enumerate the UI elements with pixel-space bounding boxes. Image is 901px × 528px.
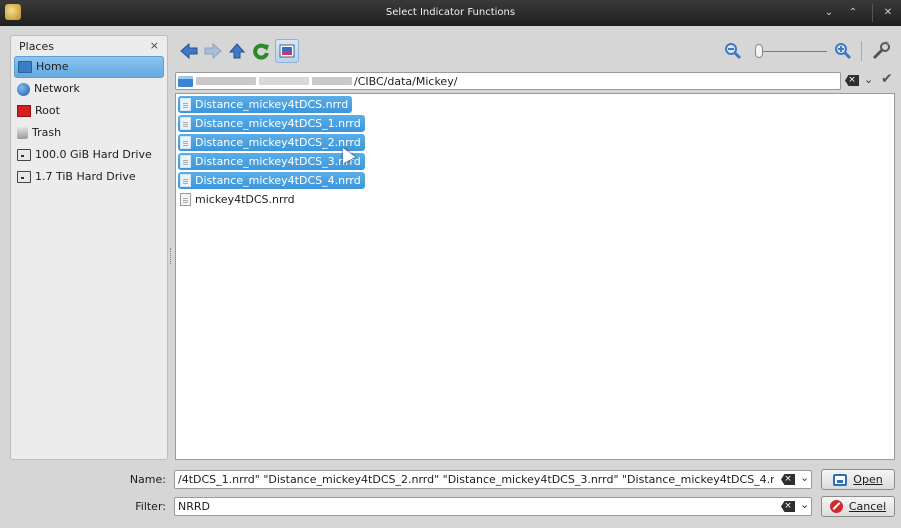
forward-button[interactable] bbox=[201, 39, 225, 63]
place-item-label: Network bbox=[34, 82, 80, 95]
name-input[interactable]: /4tDCS_1.nrrd" "Distance_mickey4tDCS_2.n… bbox=[174, 470, 812, 489]
place-item-drive-100gib[interactable]: 100.0 GiB Hard Drive bbox=[11, 144, 167, 166]
file-name: Distance_mickey4tDCS_1.nrrd bbox=[195, 117, 361, 130]
document-icon bbox=[180, 117, 191, 130]
file-item[interactable]: Distance_mickey4tDCS.nrrd bbox=[178, 96, 353, 113]
chevron-down-icon[interactable]: ⌄ bbox=[864, 73, 873, 86]
title-separator bbox=[872, 4, 873, 22]
place-item-drive-1-7tib[interactable]: 1.7 TiB Hard Drive bbox=[11, 166, 167, 188]
reload-icon bbox=[253, 43, 269, 60]
preview-icon bbox=[279, 44, 295, 58]
toolbar-separator bbox=[861, 41, 862, 61]
toolbar bbox=[175, 39, 895, 65]
back-arrow-icon bbox=[180, 43, 198, 59]
cancel-icon bbox=[829, 500, 843, 513]
place-item-network[interactable]: Network bbox=[11, 78, 167, 100]
document-icon bbox=[180, 136, 191, 149]
zoom-in-icon bbox=[835, 43, 852, 60]
open-file-icon bbox=[833, 473, 848, 486]
up-button[interactable] bbox=[225, 39, 249, 63]
folder-icon bbox=[178, 75, 193, 87]
cancel-button-label: Cancel bbox=[848, 500, 887, 513]
document-icon bbox=[180, 174, 191, 187]
file-name: Distance_mickey4tDCS_2.nrrd bbox=[195, 136, 361, 149]
filter-input[interactable]: NRRD bbox=[174, 497, 812, 516]
window-title: Select Indicator Functions bbox=[385, 7, 516, 18]
forward-arrow-icon bbox=[204, 43, 222, 59]
trash-icon bbox=[17, 127, 28, 139]
path-input[interactable]: /CIBC/data/Mickey/ bbox=[175, 72, 841, 90]
title-bar: Select Indicator Functions ⌄ ⌃ ✕ bbox=[0, 0, 901, 26]
file-name: Distance_mickey4tDCS_3.nrrd bbox=[195, 155, 361, 168]
open-button-label: Open bbox=[853, 473, 883, 486]
name-input-value: /4tDCS_1.nrrd" "Distance_mickey4tDCS_2.n… bbox=[178, 473, 774, 486]
place-item-label: Trash bbox=[32, 126, 62, 139]
options-button[interactable] bbox=[869, 39, 893, 63]
place-item-trash[interactable]: Trash bbox=[11, 122, 167, 144]
filter-input-value: NRRD bbox=[178, 500, 210, 513]
file-name: Distance_mickey4tDCS.nrrd bbox=[195, 98, 349, 111]
place-item-home[interactable]: Home bbox=[14, 56, 164, 78]
preview-toggle-button[interactable] bbox=[275, 39, 299, 63]
file-name: Distance_mickey4tDCS_4.nrrd bbox=[195, 174, 361, 187]
places-panel: Places × Home Network Root Trash 100.0 G… bbox=[10, 35, 168, 460]
file-item[interactable]: mickey4tDCS.nrrd bbox=[178, 191, 299, 208]
close-icon[interactable]: ✕ bbox=[878, 5, 898, 21]
maximize-icon[interactable]: ⌃ bbox=[843, 5, 863, 21]
path-text: /CIBC/data/Mickey/ bbox=[354, 74, 458, 88]
chevron-down-icon[interactable]: ⌄ bbox=[800, 471, 809, 484]
hard-drive-icon bbox=[17, 149, 31, 161]
minimize-icon[interactable]: ⌄ bbox=[819, 5, 839, 21]
file-name: mickey4tDCS.nrrd bbox=[195, 193, 295, 206]
open-button[interactable]: Open bbox=[821, 469, 895, 490]
wrench-icon bbox=[872, 41, 890, 60]
places-header: Places × bbox=[11, 36, 167, 56]
file-item[interactable]: Distance_mickey4tDCS_2.nrrd bbox=[178, 134, 365, 151]
redacted-path-segment bbox=[259, 77, 309, 85]
zoom-out-icon bbox=[725, 43, 742, 60]
file-item[interactable]: Distance_mickey4tDCS_1.nrrd bbox=[178, 115, 365, 132]
network-globe-icon bbox=[17, 82, 30, 96]
document-icon bbox=[180, 193, 191, 206]
document-icon bbox=[180, 155, 191, 168]
place-item-label: 1.7 TiB Hard Drive bbox=[35, 170, 136, 183]
places-title: Places bbox=[19, 40, 54, 53]
document-icon bbox=[180, 98, 191, 111]
hard-drive-icon bbox=[17, 171, 31, 183]
zoom-slider-handle[interactable] bbox=[755, 44, 763, 58]
file-item[interactable]: Distance_mickey4tDCS_3.nrrd bbox=[178, 153, 365, 170]
panel-splitter[interactable] bbox=[170, 248, 172, 264]
zoom-in-button[interactable] bbox=[831, 39, 855, 63]
place-item-root[interactable]: Root bbox=[11, 100, 167, 122]
redacted-path-segment bbox=[312, 77, 352, 85]
root-folder-icon bbox=[17, 105, 31, 117]
file-item[interactable]: Distance_mickey4tDCS_4.nrrd bbox=[178, 172, 365, 189]
back-button[interactable] bbox=[177, 39, 201, 63]
chevron-down-icon[interactable]: ⌄ bbox=[800, 498, 809, 511]
cancel-button[interactable]: Cancel bbox=[821, 496, 895, 517]
place-item-label: Home bbox=[36, 60, 69, 73]
reload-button[interactable] bbox=[249, 39, 273, 63]
name-label: Name: bbox=[129, 473, 166, 486]
place-item-label: Root bbox=[35, 104, 60, 117]
zoom-slider-track[interactable] bbox=[755, 51, 827, 52]
up-arrow-icon bbox=[228, 43, 246, 59]
checkmark-icon[interactable]: ✔ bbox=[881, 71, 893, 87]
zoom-out-button[interactable] bbox=[721, 39, 745, 63]
home-folder-icon bbox=[18, 61, 32, 73]
path-bar: /CIBC/data/Mickey/ × ⌄ ✔ bbox=[175, 71, 895, 90]
redacted-path-segment bbox=[196, 77, 256, 85]
file-list[interactable]: Distance_mickey4tDCS.nrrd Distance_micke… bbox=[175, 93, 895, 460]
place-item-label: 100.0 GiB Hard Drive bbox=[35, 148, 152, 161]
close-places-icon[interactable]: × bbox=[150, 39, 159, 52]
clear-path-icon[interactable]: × bbox=[845, 75, 859, 86]
filter-label: Filter: bbox=[135, 500, 166, 513]
